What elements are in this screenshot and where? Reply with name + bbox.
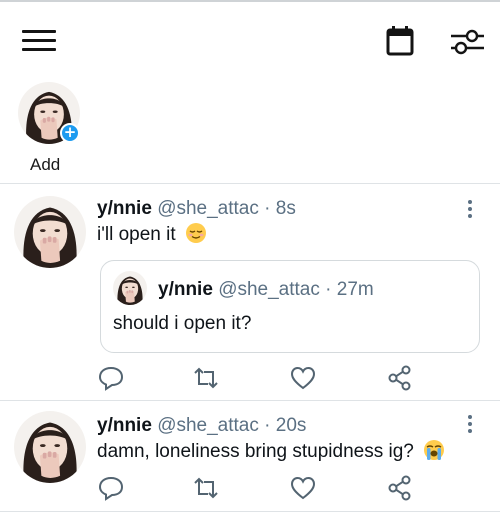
retweet-icon[interactable] <box>192 364 220 392</box>
divider <box>0 183 500 184</box>
handle-and-time: @she_attac · 27m <box>218 279 374 300</box>
tweet-header: y/nnie @she_attac · 20s <box>97 415 306 437</box>
share-icon[interactable] <box>386 364 414 392</box>
tweet-text: damn, loneliness bring stupidness ig? <box>97 439 445 463</box>
handle-and-time: @she_attac · 20s <box>157 415 307 436</box>
tweet-actions <box>0 364 500 392</box>
divider <box>0 400 500 401</box>
tweet-header: y/nnie @she_attac · 8s <box>97 198 296 220</box>
more-options-icon[interactable] <box>465 415 477 437</box>
sliders-icon[interactable] <box>450 27 484 57</box>
display-name: y/nnie <box>158 279 213 300</box>
handle-and-time: @she_attac · 8s <box>157 198 296 219</box>
tweet-text: i'll open it <box>97 222 207 246</box>
quoted-tweet-header: y/nnie @she_attac · 27m <box>158 279 374 301</box>
heart-icon[interactable] <box>289 364 317 392</box>
app-bar <box>0 2 500 78</box>
display-name[interactable]: y/nnie <box>97 415 152 436</box>
retweet-icon[interactable] <box>192 474 220 502</box>
calendar-icon[interactable] <box>386 26 414 56</box>
relieved-face-emoji <box>185 223 206 243</box>
plus-icon: + <box>60 123 80 143</box>
share-icon[interactable] <box>386 474 414 502</box>
quoted-tweet[interactable]: y/nnie @she_attac · 27m should i open it… <box>100 260 480 353</box>
reply-icon[interactable] <box>97 364 125 392</box>
avatar[interactable] <box>14 411 86 483</box>
more-options-icon[interactable] <box>465 200 477 222</box>
quoted-tweet-text: should i open it? <box>113 313 252 334</box>
display-name[interactable]: y/nnie <box>97 198 152 219</box>
heart-icon[interactable] <box>289 474 317 502</box>
tweet-actions <box>0 474 500 502</box>
avatar[interactable] <box>14 196 86 268</box>
divider <box>0 511 500 512</box>
avatar <box>113 271 147 305</box>
loudly-crying-face-emoji <box>424 440 445 460</box>
reply-icon[interactable] <box>97 474 125 502</box>
hamburger-menu-icon[interactable] <box>22 28 56 52</box>
add-story-label: Add <box>30 155 61 174</box>
